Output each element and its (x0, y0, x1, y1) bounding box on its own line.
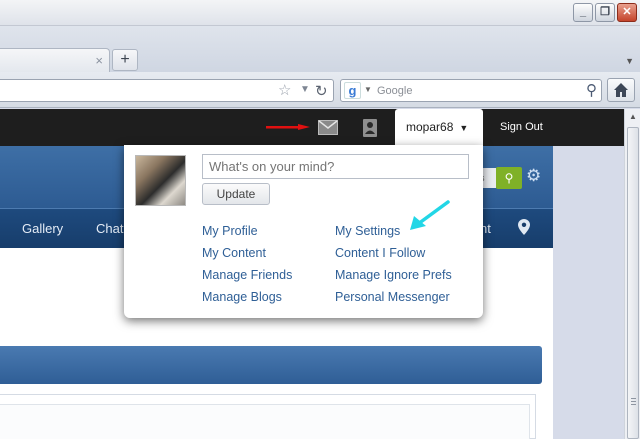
gear-icon[interactable]: ⚙ (526, 166, 541, 186)
site-top-bar: mopar68 ▼ Sign Out (0, 109, 624, 146)
menu-item-chat[interactable]: Chat (96, 221, 123, 236)
personal-messenger-link[interactable]: Personal Messenger (335, 290, 450, 304)
sign-out-link[interactable]: Sign Out (500, 121, 543, 133)
search-engine-dropdown-icon[interactable]: ▼ (364, 85, 372, 94)
scrollbar-thumb[interactable] (627, 127, 639, 439)
scroll-up-icon[interactable]: ▲ (627, 112, 639, 124)
vertical-scrollbar[interactable]: ▲ (624, 109, 640, 439)
tab-strip: × + ▼ (0, 26, 640, 72)
tab-close-icon[interactable]: × (95, 53, 103, 68)
browser-tab[interactable]: × (0, 48, 110, 72)
home-button[interactable] (607, 78, 635, 102)
list-tabs-icon[interactable]: ▼ (625, 56, 634, 66)
new-tab-button[interactable]: + (112, 49, 138, 71)
username-label: mopar68 (406, 120, 454, 134)
navigation-toolbar: ☆ ▼ ↻ g ▼ Google ⚲ (0, 72, 640, 108)
close-window-button[interactable]: ✕ (617, 3, 637, 22)
google-logo-icon[interactable]: g (344, 82, 361, 99)
section-header-bar (0, 346, 542, 384)
reload-icon[interactable]: ↻ (315, 82, 328, 100)
status-update-input[interactable] (202, 154, 469, 179)
url-bar[interactable]: ☆ ▼ ↻ (0, 79, 334, 102)
content-i-follow-link[interactable]: Content I Follow (335, 246, 425, 260)
update-button[interactable]: Update (202, 183, 270, 205)
avatar[interactable] (135, 155, 186, 206)
contact-card-icon[interactable] (362, 119, 378, 137)
map-pin-icon[interactable] (518, 219, 530, 235)
red-annotation-arrow (266, 124, 310, 130)
url-history-dropdown-icon[interactable]: ▼ (300, 84, 310, 95)
content-panel (0, 394, 536, 439)
user-menu-toggle[interactable]: mopar68 ▼ (395, 109, 483, 146)
my-settings-link[interactable]: My Settings (335, 224, 400, 238)
page-side-margin (553, 146, 624, 439)
search-placeholder: Google (377, 85, 413, 97)
search-icon: ⚲ (504, 171, 514, 185)
caret-down-icon: ▼ (459, 123, 469, 133)
manage-blogs-link[interactable]: Manage Blogs (202, 290, 282, 304)
window-titlebar: _ ❐ ✕ (0, 0, 640, 26)
maximize-button[interactable]: ❐ (595, 3, 615, 22)
scrollbar-grip (631, 401, 636, 402)
manage-ignore-prefs-link[interactable]: Manage Ignore Prefs (335, 268, 452, 282)
manage-friends-link[interactable]: Manage Friends (202, 268, 292, 282)
home-icon (614, 83, 628, 97)
magnifier-icon[interactable]: ⚲ (586, 81, 597, 99)
envelope-icon[interactable] (318, 120, 338, 135)
my-content-link[interactable]: My Content (202, 246, 266, 260)
minimize-button[interactable]: _ (573, 3, 593, 22)
my-profile-link[interactable]: My Profile (202, 224, 258, 238)
menu-item-gallery[interactable]: Gallery (22, 221, 63, 236)
site-search-button[interactable]: ⚲ (496, 167, 522, 189)
scrollbar-grip (631, 398, 636, 399)
cyan-annotation-arrow (410, 200, 450, 230)
scrollbar-grip (631, 404, 636, 405)
content-panel-inner (0, 404, 530, 439)
page-viewport: mopar68▼ Sign Out s ⚲ ⚙ Gallery Chat nt … (0, 109, 624, 439)
search-box[interactable]: g ▼ Google ⚲ (340, 79, 602, 102)
star-icon[interactable]: ☆ (278, 83, 291, 99)
